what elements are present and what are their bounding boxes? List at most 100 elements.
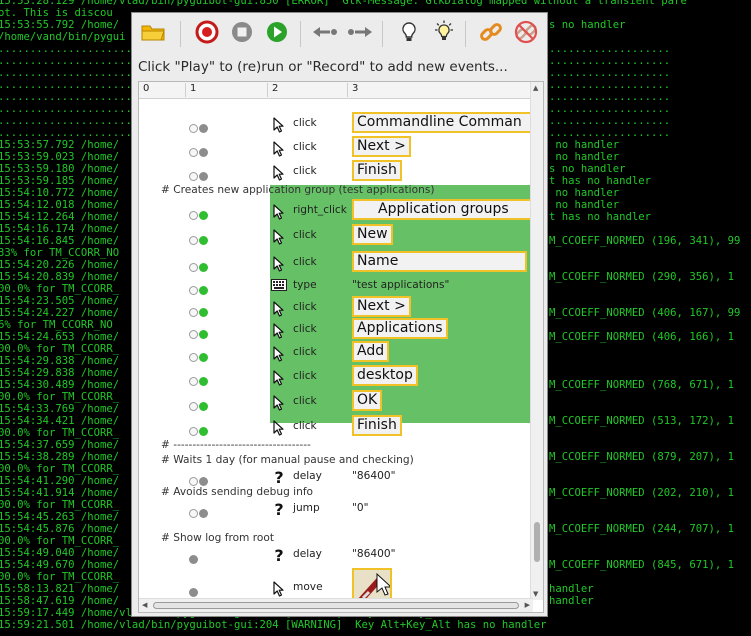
event-image-thumbnail[interactable]: Add [352,341,390,362]
horizontal-scrollbar[interactable]: ◀ ▶ [139,598,533,612]
terminal-line-right: M_CCOEFF_NORMED (406, 167), 99 [549,307,741,319]
terminal-line: ot. This is discou [0,7,113,19]
terminal-line-right: t has no handler [549,175,652,187]
unlink-button[interactable] [511,19,541,49]
stop-button[interactable] [227,19,257,49]
terminal-line: 00.0% for TM_CCORR_ [0,535,120,547]
breakpoint-toggle[interactable] [189,308,198,317]
event-image-thumbnail[interactable]: Next > [352,296,411,317]
cursor-arrow-icon [271,141,287,157]
status-dot [199,211,208,220]
breakpoint-toggle[interactable] [189,427,198,436]
toolbar-separator [465,21,466,47]
terminal-line-right: no handler [549,199,620,211]
breakpoint-toggle[interactable] [189,172,198,181]
terminal-line-right: ................... [549,127,671,139]
terminal-line: 15:54:45.263 /home/ [0,511,120,523]
play-button[interactable] [262,19,292,49]
vertical-scroll-thumb[interactable] [534,522,540,562]
event-image-thumbnail[interactable]: OK [352,390,383,411]
terminal-line-right: handler [549,583,594,595]
event-image-thumbnail[interactable]: Applications [352,318,448,339]
event-image-thumbnail[interactable]: Commandline Comman [352,112,532,133]
state-indicators [189,377,215,388]
event-image-thumbnail[interactable]: Name [352,251,527,272]
highlight-button[interactable] [429,19,459,49]
event-image-thumbnail[interactable]: Next > [352,136,411,157]
breakpoint-toggle[interactable] [189,148,198,157]
step-forward-button[interactable] [345,19,375,49]
link-button[interactable] [476,19,506,49]
state-indicators [189,555,215,566]
toolbar [132,13,547,57]
chain-unlink-icon [513,19,539,49]
event-image-thumbnail[interactable]: Finish [352,415,402,436]
horizontal-scroll-thumb[interactable] [153,602,519,609]
scroll-up-icon[interactable]: ▲ [533,84,538,92]
scroll-left-icon[interactable]: ◀ [142,601,147,609]
breakpoint-toggle[interactable] [189,509,198,518]
vertical-scrollbar[interactable]: ▲ ▼ [530,82,543,600]
state-indicators [189,172,215,183]
terminal-line: 15:53:59.180 /home/ [0,163,120,175]
terminal-line-right: ................... [549,91,671,103]
breakpoint-toggle[interactable] [189,236,198,245]
terminal-line: 15:54:30.489 /home/ [0,379,120,391]
event-action: type [293,279,317,291]
event-image-thumbnail[interactable]: desktop [352,365,418,386]
terminal-line: 15:53:28.129 /home/vlad/bin/pyguibot-gui… [0,0,687,7]
terminal-line-right: ................... [549,103,671,115]
breakpoint-toggle[interactable] [189,477,198,486]
terminal-line: 00.0% for TM_CCORR_ [0,499,120,511]
scroll-down-icon[interactable]: ▼ [533,590,538,598]
folder-icon [140,21,166,47]
record-button[interactable] [192,19,222,49]
event-list[interactable]: 0 1 2 3 click Commandline Comman click Next > c… [138,81,544,613]
event-action: click [293,323,317,335]
column-header-3[interactable]: 3 [347,83,358,97]
breakpoint-toggle[interactable] [189,286,198,295]
terminal-line: 00.0% for TM_CCORR_ [0,427,120,439]
open-folder-button[interactable] [138,19,168,49]
event-image-thumbnail[interactable]: Finish [352,160,402,181]
column-header-2[interactable]: 2 [267,83,278,97]
breakpoint-toggle[interactable] [189,211,198,220]
event-image-thumbnail[interactable]: New [352,224,393,245]
column-header-0[interactable]: 0 [139,83,149,97]
status-dot [199,172,208,181]
keyboard-icon [271,279,287,295]
breakpoint-toggle[interactable] [189,402,198,411]
terminal-line: 15:54:16.174 /home/ [0,223,120,235]
state-indicators [189,427,215,438]
state-indicators [189,308,215,319]
comment-text: # Creates new application group (test ap… [161,184,435,196]
terminal-line-right: ................... [549,55,671,67]
hint-button[interactable] [394,19,424,49]
terminal-line-right: s no handler [549,19,626,31]
terminal-line: 15:59:21.501 /home/vlad/bin/pyguibot-gui… [0,619,547,631]
column-header-1[interactable]: 1 [185,83,196,97]
breakpoint-toggle[interactable] [189,124,198,133]
state-indicators [189,402,215,413]
terminal-line-right: M_CCOEFF_NORMED (845, 671), 1 [549,559,734,571]
terminal-line: /home/vand/bin/pygui [0,31,126,43]
comment-text: # Waits 1 day (for manual pause and chec… [161,454,414,466]
terminal-line: 15:58:47.619 /home/ [0,595,120,607]
terminal-line: 15:54:24.653 /home/ [0,331,120,343]
cursor-arrow-icon [271,395,287,411]
terminal-line-right: M_CCOEFF_NORMED (290, 356), 1 [549,271,734,283]
scroll-right-icon[interactable]: ▶ [525,601,530,609]
terminal-line: 00.0% for TM_CCORR_ [0,571,120,583]
breakpoint-toggle[interactable] [189,263,198,272]
event-action: click [293,141,317,153]
step-back-button[interactable] [310,19,340,49]
breakpoint-toggle[interactable] [189,377,198,386]
breakpoint-toggle[interactable] [189,330,198,339]
breakpoint-toggle[interactable] [189,353,198,362]
terminal-line: 15:54:20.839 /home/ [0,271,120,283]
state-indicators [189,263,215,274]
event-image-thumbnail[interactable]: Application groups [352,199,532,220]
status-dot [199,353,208,362]
terminal-line-right: M_CCOEFF_NORMED (196, 341), 99 [549,235,741,247]
event-action: jump [293,502,320,514]
